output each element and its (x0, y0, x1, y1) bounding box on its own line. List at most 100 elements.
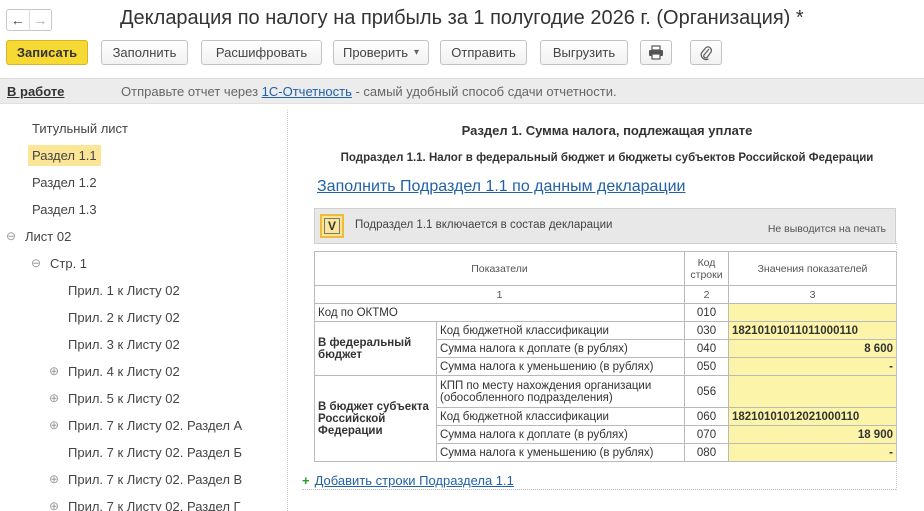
include-subsection-panel: V Подраздел 1.1 включается в состав декл… (314, 208, 896, 244)
printer-icon (649, 45, 663, 60)
back-arrow-icon[interactable]: ← (7, 10, 30, 30)
regional-kbk-field[interactable]: 18210101012021000110 (728, 407, 897, 426)
row-code: 070 (684, 425, 729, 444)
tree-item-app-7-g[interactable]: ⊕ Прил. 7 к Листу 02. Раздел Г (47, 493, 245, 511)
tree-item-label: Лист 02 (25, 228, 72, 244)
tree-item-app-3[interactable]: Прил. 3 к Листу 02 (64, 331, 184, 357)
code-header-line-1: Код (697, 256, 716, 269)
send-button[interactable]: Отправить (440, 40, 527, 65)
regional-tax-payable-field[interactable]: 18 900 (728, 425, 897, 444)
tree-item-app-7-b[interactable]: Прил. 7 к Листу 02. Раздел Б (64, 439, 246, 465)
window-title: Декларация по налогу на прибыль за 1 пол… (120, 7, 804, 29)
info-message: Отправьте отчет через 1С-Отчетность - са… (121, 84, 617, 99)
tree-item-app-4[interactable]: ⊕ Прил. 4 к Листу 02 (47, 358, 184, 384)
chevron-down-icon: ▾ (413, 47, 420, 58)
row-label: Сумма налога к уменьшению (в рублях) (436, 443, 685, 462)
tree-item-label: Прил. 7 к Листу 02. Раздел Г (68, 498, 241, 511)
tree-item-label: Прил. 1 к Листу 02 (68, 282, 180, 298)
tree-item-app-1[interactable]: Прил. 1 к Листу 02 (64, 277, 184, 303)
sections-tree: Титульный лист Раздел 1.1 Раздел 1.2 Раз… (4, 112, 280, 511)
kpp-field[interactable] (728, 375, 897, 408)
report-form: Раздел 1. Сумма налога, подлежащая уплат… (290, 110, 924, 511)
federal-tax-payable-field[interactable]: 8 600 (728, 339, 897, 358)
expand-icon[interactable]: ⊕ (47, 472, 61, 486)
code-header-line-2: строки (690, 268, 723, 281)
tree-item-title-page[interactable]: Титульный лист (28, 115, 132, 141)
table-row: В бюджет субъекта Российской Федерации К… (314, 375, 897, 462)
info-bar: В работе Отправьте отчет через 1С-Отчетн… (0, 78, 924, 104)
row-label: Код бюджетной классификации (436, 321, 685, 340)
tree-item-label: Раздел 1.3 (32, 201, 97, 217)
column-number: 3 (728, 285, 897, 304)
regional-tax-reduction-field[interactable]: - (728, 443, 897, 462)
subsection-title: Подраздел 1.1. Налог в федеральный бюдже… (340, 152, 874, 164)
expand-icon[interactable]: ⊕ (47, 364, 61, 378)
1c-reporting-link[interactable]: 1С-Отчетность (262, 84, 352, 99)
row-label: Код бюджетной классификации (436, 407, 685, 426)
row-label-oktmo: Код по ОКТМО (314, 303, 685, 322)
save-button[interactable]: Записать (6, 40, 88, 65)
tree-item-label: Прил. 7 к Листу 02. Раздел В (68, 471, 243, 487)
oktmo-value-field[interactable] (728, 303, 897, 322)
plus-icon: + (302, 473, 310, 488)
tree-item-section-1-1[interactable]: Раздел 1.1 (28, 142, 101, 168)
add-rows-row: + Добавить строки Подраздела 1.1 (302, 472, 896, 490)
column-header-indicators: Показатели (314, 251, 685, 286)
tree-item-label: Раздел 1.2 (32, 174, 97, 190)
tree-item-label: Прил. 5 к Листу 02 (68, 390, 180, 406)
tree-item-app-7-a[interactable]: ⊕ Прил. 7 к Листу 02. Раздел А (47, 412, 246, 438)
federal-budget-group: В федеральный бюджет (314, 321, 437, 376)
export-button[interactable]: Выгрузить (540, 40, 628, 65)
info-message-prefix: Отправьте отчет через (121, 83, 262, 99)
row-label: Сумма налога к доплате (в рублях) (436, 339, 685, 358)
column-header-values: Значения показателей (728, 251, 897, 286)
tree-item-app-5[interactable]: ⊕ Прил. 5 к Листу 02 (47, 385, 184, 411)
tree-item-label: Титульный лист (32, 120, 129, 136)
row-code: 060 (684, 407, 729, 426)
tree-item-app-7-v[interactable]: ⊕ Прил. 7 к Листу 02. Раздел В (47, 466, 246, 492)
federal-tax-reduction-field[interactable]: - (728, 357, 897, 376)
expand-icon[interactable]: ⊕ (47, 391, 61, 405)
tree-item-page-1[interactable]: ⊖ Стр. 1 (29, 250, 91, 276)
no-print-note: Не выводится на печать (767, 223, 886, 235)
add-rows-link[interactable]: Добавить строки Подраздела 1.1 (315, 473, 514, 488)
row-label: Сумма налога к доплате (в рублях) (436, 425, 685, 444)
check-button-label: Проверить (342, 45, 408, 60)
tree-item-label: Прил. 4 к Листу 02 (68, 363, 180, 379)
regional-budget-group: В бюджет субъекта Российской Федерации (314, 375, 437, 462)
collapse-icon[interactable]: ⊖ (29, 256, 43, 270)
tree-item-label: Раздел 1.1 (28, 144, 101, 166)
tree-item-section-1-2[interactable]: Раздел 1.2 (28, 169, 101, 195)
tree-item-section-1-3[interactable]: Раздел 1.3 (28, 196, 101, 222)
print-button[interactable] (640, 40, 672, 65)
federal-kbk-field[interactable]: 18210101011011000110 (728, 321, 897, 340)
decode-button[interactable]: Расшифровать (201, 40, 322, 65)
table-row: Код по ОКТМО 010 (314, 303, 897, 322)
forward-arrow-icon[interactable]: → (30, 10, 52, 30)
fill-subsection-link[interactable]: Заполнить Подраздел 1.1 по данным деклар… (317, 178, 686, 196)
expand-icon[interactable]: ⊕ (47, 499, 61, 511)
row-code: 050 (684, 357, 729, 376)
attach-button[interactable] (690, 40, 722, 65)
expand-icon[interactable]: ⊕ (47, 418, 61, 432)
tree-item-sheet-02[interactable]: ⊖ Лист 02 (4, 223, 75, 249)
fill-button[interactable]: Заполнить (101, 40, 188, 65)
toolbar: Записать Заполнить Расшифровать Проверит… (0, 38, 924, 70)
tree-item-label: Стр. 1 (50, 255, 88, 271)
include-checkbox[interactable]: V (320, 214, 344, 238)
tree-item-label: Прил. 7 к Листу 02. Раздел Б (68, 444, 243, 460)
collapse-icon[interactable]: ⊖ (4, 229, 18, 243)
row-code: 030 (684, 321, 729, 340)
tree-item-label: Прил. 3 к Листу 02 (68, 336, 180, 352)
status-link[interactable]: В работе (7, 84, 64, 99)
column-header-code: Код строки (684, 251, 729, 286)
panel-splitter[interactable] (287, 110, 288, 511)
row-code: 010 (684, 303, 729, 322)
row-code: 080 (684, 443, 729, 462)
row-code: 056 (684, 375, 729, 408)
check-button[interactable]: Проверить ▾ (333, 40, 429, 65)
row-label: Сумма налога к уменьшению (в рублях) (436, 357, 685, 376)
column-number: 1 (314, 285, 685, 304)
tree-item-app-2[interactable]: Прил. 2 к Листу 02 (64, 304, 184, 330)
indicators-table: Показатели Код строки Значения показателе… (314, 251, 897, 462)
